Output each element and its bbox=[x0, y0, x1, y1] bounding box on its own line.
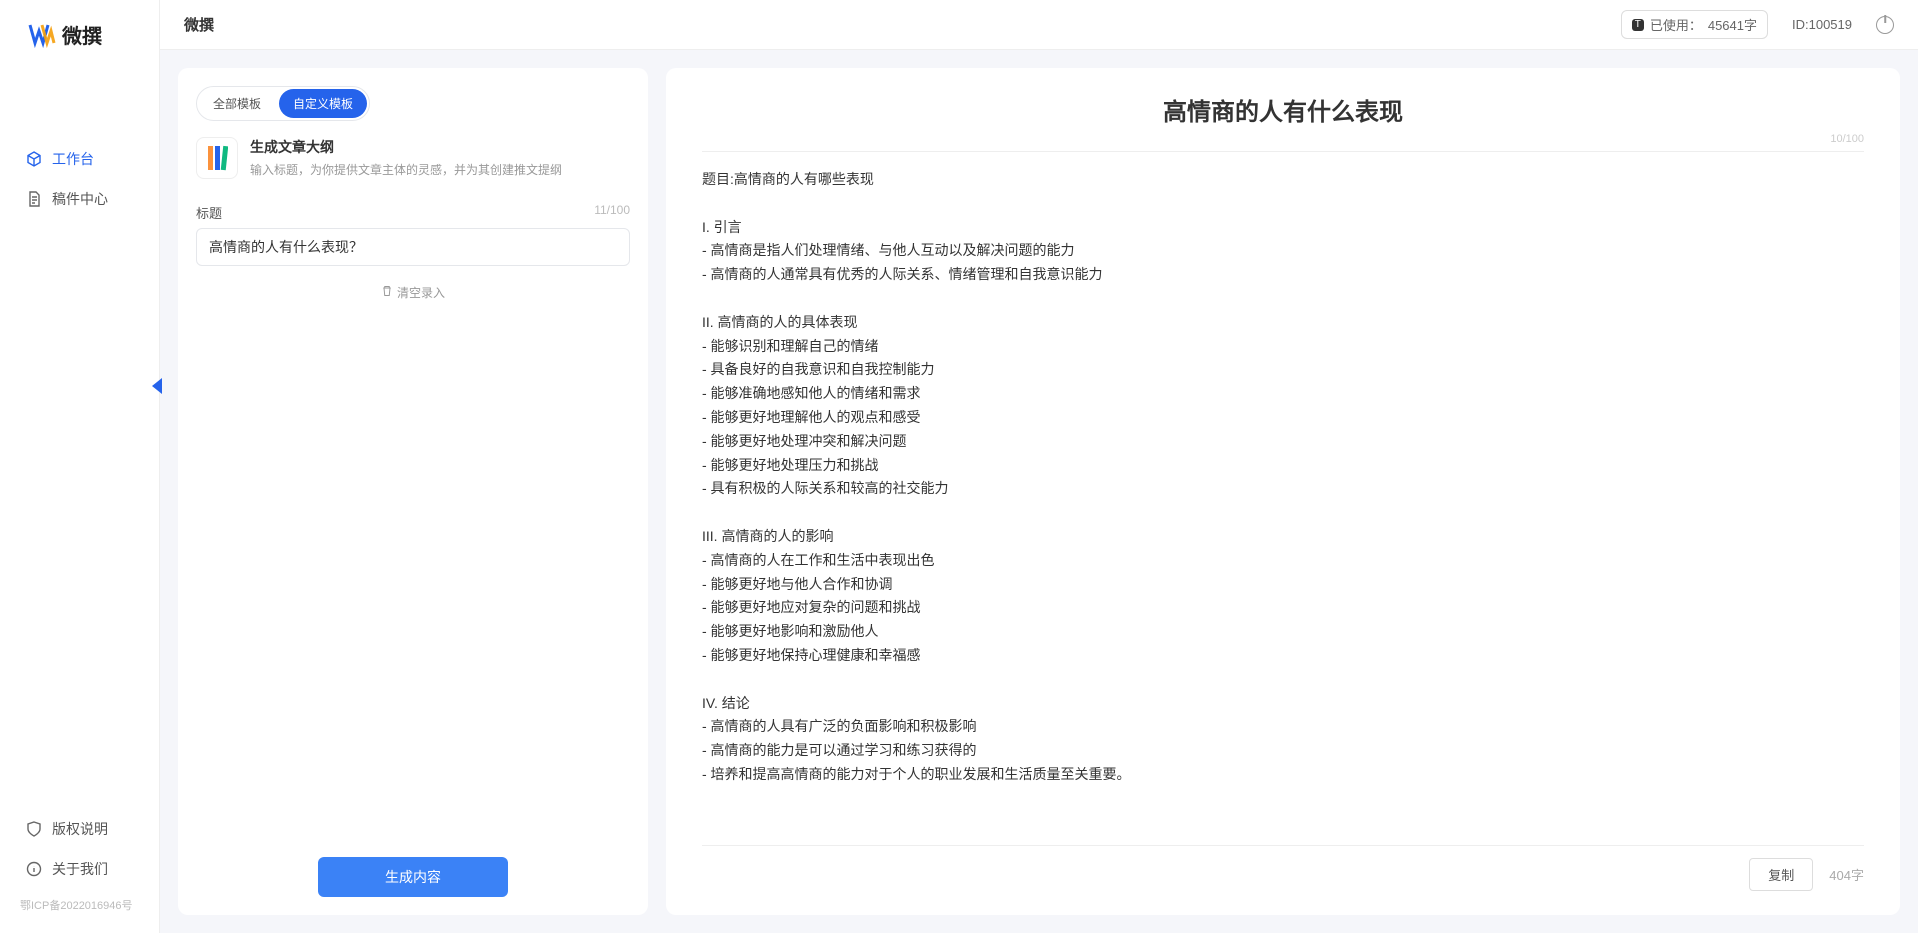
generate-button[interactable]: 生成内容 bbox=[318, 857, 508, 897]
nav-main: 工作台 稿件中心 bbox=[0, 139, 159, 809]
title-char-count: 11/100 bbox=[594, 203, 630, 222]
nav-item-copyright[interactable]: 版权说明 bbox=[10, 809, 149, 849]
usage-label: 已使用： bbox=[1650, 15, 1702, 34]
topbar: 微撰 T 已使用： 45641字 ID:100519 bbox=[160, 0, 1918, 50]
shield-icon bbox=[26, 821, 42, 837]
nav-item-workbench[interactable]: 工作台 bbox=[10, 139, 149, 179]
title-input[interactable] bbox=[196, 228, 630, 266]
output-count-meta: 10/100 bbox=[702, 133, 1864, 152]
usage-badge: T bbox=[1632, 19, 1644, 31]
nav-item-drafts[interactable]: 稿件中心 bbox=[10, 179, 149, 219]
info-icon bbox=[26, 861, 42, 877]
logo-text: 微撰 bbox=[62, 20, 102, 49]
clear-input-button[interactable]: 清空录入 bbox=[196, 284, 630, 301]
nav-item-about[interactable]: 关于我们 bbox=[10, 849, 149, 889]
sidebar: 微撰 工作台 稿件中心 版权说明 bbox=[0, 0, 160, 933]
nav-item-label: 关于我们 bbox=[52, 859, 108, 879]
template-desc: 输入标题，为你提供文章主体的灵感，并为其创建推文提纲 bbox=[250, 161, 562, 178]
page-title: 微撰 bbox=[184, 14, 214, 35]
nav-item-label: 版权说明 bbox=[52, 819, 108, 839]
output-title: 高情商的人有什么表现 bbox=[702, 92, 1864, 127]
template-card: 生成文章大纲 输入标题，为你提供文章主体的灵感，并为其创建推文提纲 bbox=[196, 137, 630, 179]
nav-item-label: 稿件中心 bbox=[52, 189, 108, 209]
output-body: 题目:高情商的人有哪些表现 I. 引言 - 高情商是指人们处理情绪、与他人互动以… bbox=[702, 168, 1864, 835]
title-field-label: 标题 bbox=[196, 203, 222, 222]
copy-button[interactable]: 复制 bbox=[1749, 858, 1813, 891]
power-icon[interactable] bbox=[1876, 16, 1894, 34]
nav-bottom: 版权说明 关于我们 bbox=[0, 809, 159, 889]
output-panel: 高情商的人有什么表现 10/100 题目:高情商的人有哪些表现 I. 引言 - … bbox=[666, 68, 1900, 915]
cube-icon bbox=[26, 151, 42, 167]
clear-label: 清空录入 bbox=[397, 284, 445, 301]
nav-item-label: 工作台 bbox=[52, 149, 94, 169]
template-title: 生成文章大纲 bbox=[250, 137, 562, 157]
template-tabs: 全部模板 自定义模板 bbox=[196, 86, 370, 121]
output-word-count: 404字 bbox=[1829, 865, 1864, 884]
input-panel: 全部模板 自定义模板 生成文章大纲 输入标题，为你提供文章主体的灵感，并为其创建… bbox=[178, 68, 648, 915]
icp-text: 鄂ICP备2022016946号 bbox=[0, 889, 159, 913]
logo[interactable]: 微撰 bbox=[0, 20, 159, 79]
trash-icon bbox=[381, 285, 393, 300]
tab-all-templates[interactable]: 全部模板 bbox=[199, 89, 275, 118]
usage-pill[interactable]: T 已使用： 45641字 bbox=[1621, 10, 1768, 39]
usage-value: 45641字 bbox=[1708, 15, 1757, 34]
collapse-sidebar-handle[interactable] bbox=[152, 378, 162, 394]
logo-icon bbox=[28, 21, 56, 49]
template-thumb-icon bbox=[196, 137, 238, 179]
tab-custom-templates[interactable]: 自定义模板 bbox=[279, 89, 367, 118]
user-id: ID:100519 bbox=[1792, 17, 1852, 32]
doc-icon bbox=[26, 191, 42, 207]
